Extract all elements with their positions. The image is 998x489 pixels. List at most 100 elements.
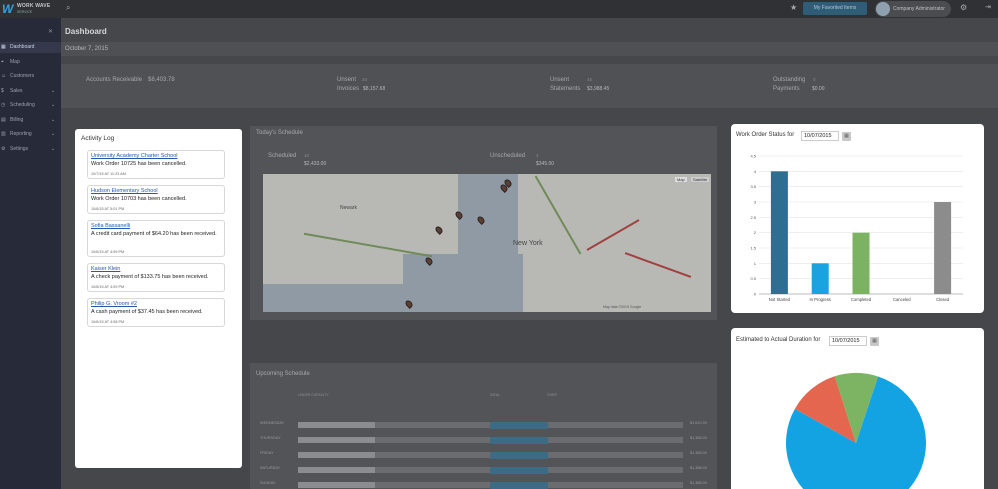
map-city-label: Newark [340, 205, 357, 211]
chevron-down-icon: ⌄ [51, 102, 56, 108]
upcoming-amount: $1,610.00 [690, 421, 707, 425]
top-bar: W WORK WAVE SERVICE ⌕ ★ My Favorited Ite… [0, 0, 998, 18]
upcoming-ideal-band [490, 467, 548, 474]
outstanding-value[interactable]: $0.00 [812, 86, 825, 92]
star-icon[interactable]: ★ [790, 3, 797, 12]
activity-entry-link[interactable]: Sofia Bassanelli [91, 223, 130, 229]
ar-label: Accounts Receivable [86, 77, 143, 83]
unsent-statements-value[interactable]: $3,988.45 [587, 86, 609, 92]
upcoming-capacity-fill [298, 467, 375, 473]
upcoming-day-label: THURSDAY [260, 436, 281, 440]
activity-entry-message: A check payment of $133.75 has been rece… [91, 274, 209, 280]
sidebar-item-label: Dashboard [10, 44, 35, 50]
logo-name: WORK WAVE [17, 3, 51, 9]
upcoming-ideal-band [490, 437, 548, 444]
map-type-map[interactable]: Map [675, 177, 687, 182]
sidebar-item-settings[interactable]: ⚙ Settings ⌄ [0, 144, 61, 155]
sidebar-item-icon: ⚙ [1, 145, 6, 152]
sidebar-item-map[interactable]: ⌖ Map [0, 57, 61, 68]
unsent-statements-label: Unsent [550, 77, 570, 83]
duration-date-input[interactable]: 10/07/2015 [829, 336, 867, 346]
schedule-map[interactable]: Newark New York Map Satellite Map data ©… [263, 174, 711, 312]
chart-y-tick-label: 1.5 [750, 246, 756, 251]
sidebar-item-label: Settings [10, 145, 29, 152]
gear-icon[interactable]: ⚙ [960, 3, 967, 12]
sidebar-item-reporting[interactable]: ▥ Reporting ⌄ [0, 129, 61, 140]
unsent-statements-count: 45 [587, 77, 593, 82]
activity-entry-link[interactable]: University Academy Charter School [91, 153, 178, 159]
sidebar-item-customers[interactable]: ☺ Customers [0, 71, 61, 82]
map-footer: Map data ©2015 Google [603, 305, 642, 309]
unscheduled-value[interactable]: $345.00 [536, 161, 554, 167]
upcoming-ideal-band [490, 452, 548, 459]
sidebar-item-dashboard[interactable]: ▦ Dashboard [0, 42, 61, 53]
map-pin-icon[interactable] [434, 225, 444, 235]
activity-entry-link[interactable]: Hudson Elementary School [91, 188, 158, 194]
duration-panel: Estimated to Actual Duration for 10/07/2… [731, 328, 984, 489]
activity-entry-message: A cash payment of $37.45 has been receiv… [91, 309, 203, 315]
activity-entry-time: 10/6/15 AT 4:59 PM [91, 250, 125, 254]
chart-bar[interactable] [770, 171, 788, 294]
activity-entry-time: 10/6/15 AT 4:58 PM [91, 320, 125, 324]
work-order-status-panel: Work Order Status for 10/07/2015 ▦ 0 0.5 1… [731, 124, 984, 313]
logo-sub: SERVICE [17, 10, 33, 14]
unsent-invoices-value[interactable]: $8,157.68 [363, 86, 385, 92]
chart-y-tick-label: 3 [754, 200, 757, 205]
chart-bar[interactable] [934, 202, 952, 294]
upcoming-amount: $1,388.00 [690, 436, 707, 440]
scheduled-value[interactable]: $2,433.00 [304, 161, 326, 167]
activity-entry: University Academy Charter School Work Or… [87, 150, 225, 179]
map-road [303, 232, 433, 258]
sidebar-item-label: Customers [10, 73, 35, 79]
col-under-capacity: UNDER CAPACITY [298, 393, 329, 397]
activity-entry: Hudson Elementary School Work Order 10703… [87, 185, 225, 214]
activity-entry: Sofia Bassanelli A credit card payment of… [87, 220, 225, 257]
chart-x-tick-label: Closed [936, 297, 950, 302]
upcoming-amount: $1,388.00 [690, 466, 707, 470]
activity-entry-link[interactable]: Philip G. Vroom #2 [91, 301, 137, 307]
sidebar-item-icon: ☺ [1, 73, 7, 79]
todays-schedule-title: Today's Schedule [256, 130, 303, 136]
sidebar-item-sales[interactable]: $ Sales ⌄ [0, 86, 61, 97]
chart-bar[interactable] [852, 232, 870, 294]
unsent-invoices-label: Unsent [337, 77, 357, 83]
search-icon[interactable]: ⌕ [66, 3, 70, 13]
unscheduled-label: Unscheduled [490, 153, 526, 159]
work-order-date-input[interactable]: 10/07/2015 [801, 131, 839, 141]
upcoming-capacity-fill [298, 422, 375, 428]
collapse-sidebar-icon[interactable]: ✕ [48, 28, 53, 35]
chart-y-tick-label: 2.5 [750, 215, 756, 220]
favorites-button[interactable]: My Favorited Items [803, 2, 867, 15]
activity-entry-message: Work Order 10703 has been cancelled. [91, 196, 187, 202]
upcoming-ideal-band [490, 482, 548, 489]
upcoming-capacity-fill [298, 452, 375, 458]
logo-mark-icon: W [2, 2, 14, 16]
ar-value[interactable]: $8,403.78 [148, 77, 175, 83]
activity-log-panel: Activity Log University Academy Charter … [75, 129, 242, 468]
logo[interactable]: W WORK WAVE SERVICE [2, 2, 60, 16]
sidebar-item-scheduling[interactable]: ◷ Scheduling ⌄ [0, 100, 61, 111]
unsent-invoices-label2: Invoices [337, 86, 360, 92]
sidebar-item-billing[interactable]: ▤ Billing ⌄ [0, 115, 61, 126]
map-water [263, 284, 413, 312]
upcoming-amount: $1,388.00 [690, 451, 707, 455]
activity-entry: Philip G. Vroom #2 A cash payment of $37.… [87, 298, 225, 327]
activity-entry-link[interactable]: Kaiser Klein [91, 266, 120, 272]
avatar [876, 2, 890, 16]
col-over: OVER [547, 393, 557, 397]
calendar-icon[interactable]: ▦ [842, 132, 851, 141]
chart-y-tick-label: 4.5 [750, 154, 756, 159]
chevron-down-icon: ⌄ [51, 145, 56, 152]
chart-bar[interactable] [811, 263, 829, 294]
activity-entry-time: 10/6/15 AT 4:59 PM [91, 285, 125, 289]
outstanding-label2: Payments [773, 86, 800, 92]
activity-entry-time: 10/6/15 AT 5:01 PM [91, 207, 125, 211]
upcoming-capacity-fill [298, 482, 375, 488]
upcoming-capacity-fill [298, 437, 375, 443]
map-type-satellite[interactable]: Satellite [691, 177, 710, 182]
logout-icon[interactable]: ⇥ [985, 3, 991, 11]
date-strip [61, 42, 998, 56]
user-menu[interactable]: Company Administrator [875, 1, 951, 17]
calendar-icon[interactable]: ▦ [870, 337, 879, 346]
outstanding-count: 0 [813, 77, 816, 82]
